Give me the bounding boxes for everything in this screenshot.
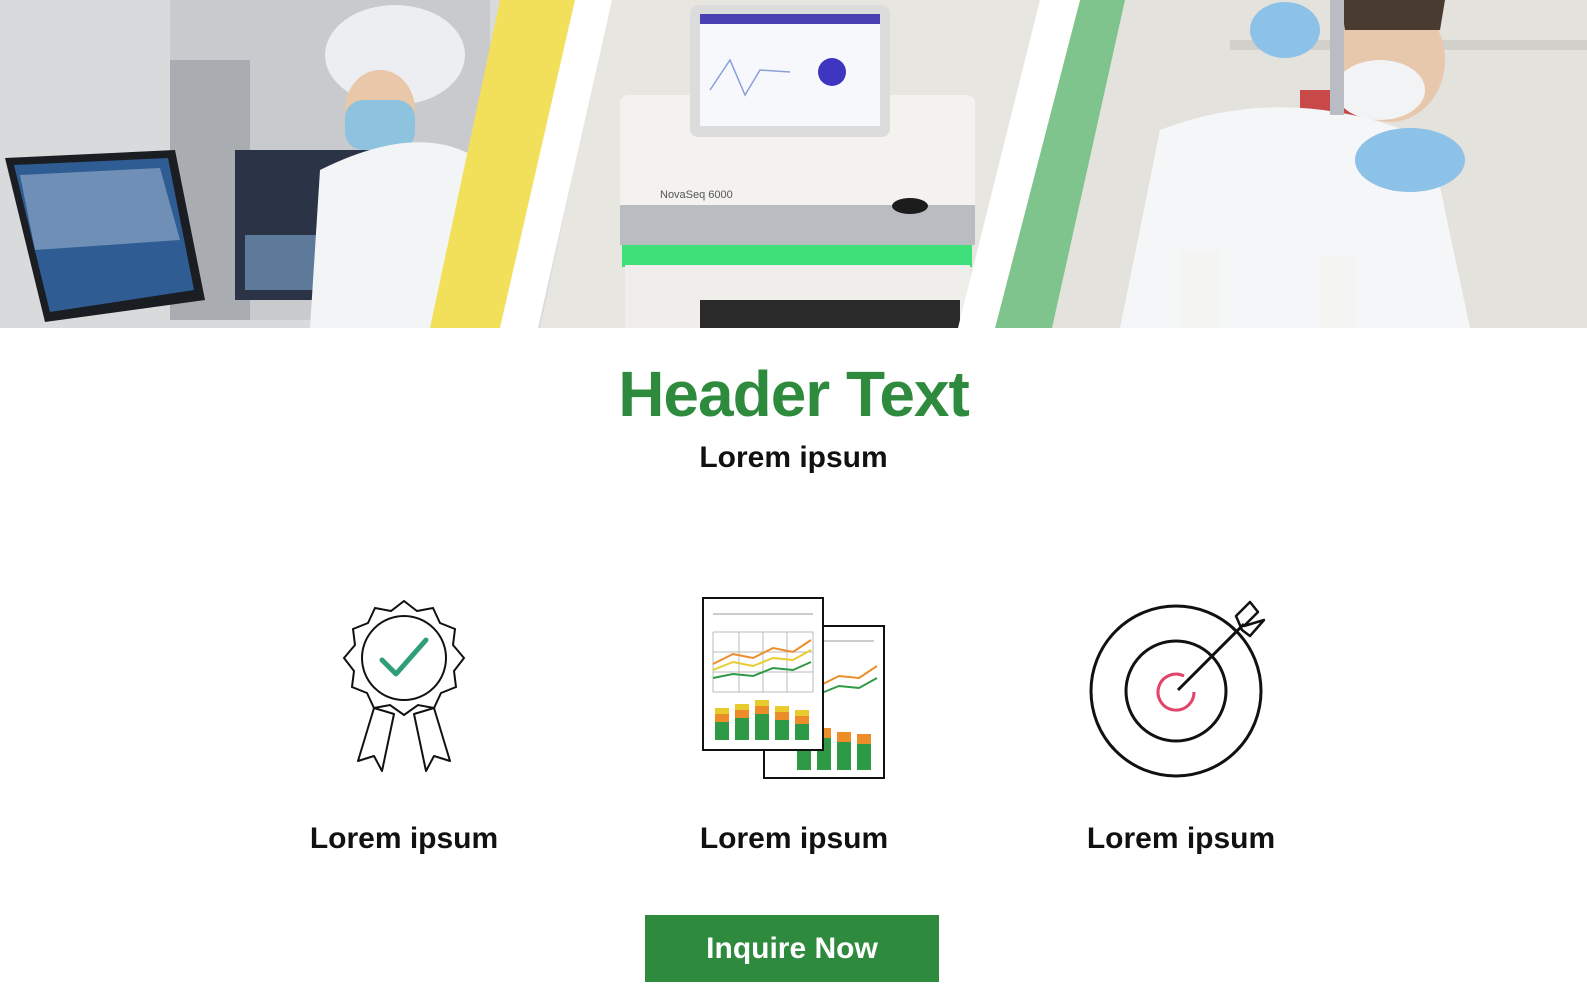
feature-targeting: Lorem ipsum bbox=[1051, 596, 1311, 866]
sequencer-model-text: NovaSeq 6000 bbox=[660, 189, 733, 201]
hero-banner-graphic: NovaSeq 6000 bbox=[0, 0, 1587, 328]
feature-label: Lorem ipsum bbox=[699, 822, 889, 855]
inquire-now-button[interactable]: Inquire Now bbox=[645, 915, 939, 982]
feature-label: Lorem ipsum bbox=[309, 822, 499, 855]
award-ribbon-icon bbox=[342, 599, 466, 772]
hero-banner: NovaSeq 6000 bbox=[0, 0, 1587, 328]
target-arrow-icon bbox=[1089, 600, 1266, 778]
feature-reports: Lorem ipsum bbox=[664, 596, 924, 866]
header-subtitle: Lorem ipsum bbox=[699, 441, 888, 474]
header-title: Header Text bbox=[618, 358, 970, 430]
report-charts-icon bbox=[702, 597, 885, 779]
feature-label: Lorem ipsum bbox=[1086, 822, 1276, 855]
feature-quality: Lorem ipsum bbox=[274, 596, 534, 866]
